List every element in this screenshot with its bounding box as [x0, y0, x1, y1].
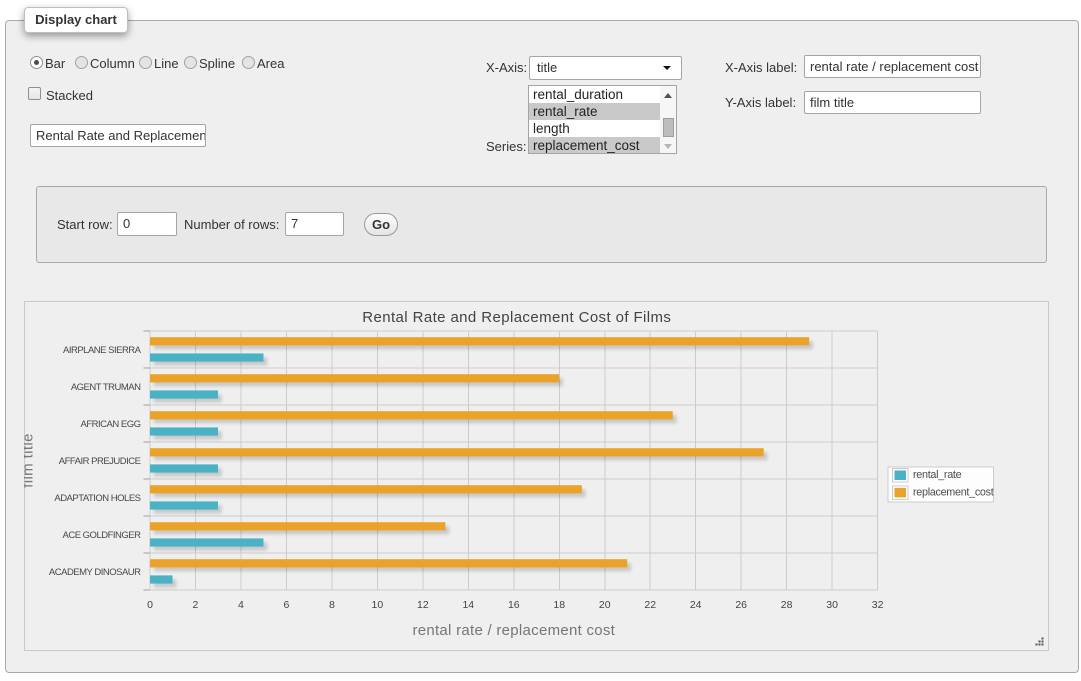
svg-text:AIRPLANE SIERRA: AIRPLANE SIERRA [63, 345, 142, 356]
svg-text:2: 2 [193, 599, 199, 611]
svg-text:AGENT TRUMAN: AGENT TRUMAN [71, 382, 141, 393]
svg-text:replacement_cost: replacement_cost [913, 487, 994, 499]
svg-text:ADAPTATION HOLES: ADAPTATION HOLES [54, 493, 140, 504]
svg-text:10: 10 [372, 599, 384, 611]
svg-text:24: 24 [690, 599, 702, 611]
svg-text:26: 26 [735, 599, 747, 611]
svg-text:20: 20 [599, 599, 611, 611]
svg-text:28: 28 [781, 599, 793, 611]
svg-text:4: 4 [238, 599, 244, 611]
svg-text:film title: film title [24, 433, 37, 488]
svg-text:22: 22 [644, 599, 656, 611]
svg-text:rental_rate: rental_rate [913, 469, 962, 481]
svg-text:6: 6 [284, 599, 290, 611]
svg-text:16: 16 [508, 599, 520, 611]
svg-text:ACE GOLDFINGER: ACE GOLDFINGER [63, 530, 142, 541]
svg-text:Rental Rate and Replacement Co: Rental Rate and Replacement Cost of Film… [362, 309, 671, 326]
svg-text:0: 0 [147, 599, 153, 611]
svg-text:AFFAIR PREJUDICE: AFFAIR PREJUDICE [59, 456, 141, 467]
svg-text:ACADEMY DINOSAUR: ACADEMY DINOSAUR [49, 567, 141, 578]
svg-text:rental rate / replacement cost: rental rate / replacement cost [412, 622, 615, 639]
svg-text:14: 14 [462, 599, 474, 611]
svg-text:32: 32 [872, 599, 884, 611]
svg-text:8: 8 [329, 599, 335, 611]
svg-text:30: 30 [826, 599, 838, 611]
svg-text:AFRICAN EGG: AFRICAN EGG [81, 419, 141, 430]
svg-text:18: 18 [553, 599, 565, 611]
svg-text:12: 12 [417, 599, 429, 611]
